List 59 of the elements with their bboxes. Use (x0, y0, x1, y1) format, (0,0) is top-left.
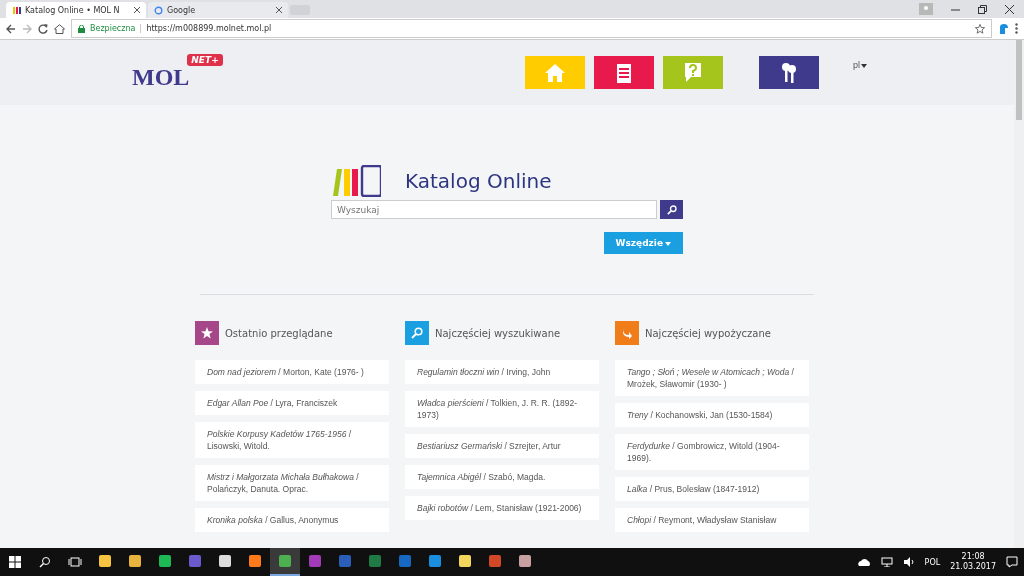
books-icon (12, 5, 21, 15)
clipboard-icon (616, 61, 632, 84)
scrollbar[interactable] (1014, 40, 1024, 548)
search-button[interactable] (660, 200, 683, 219)
close-tab-icon[interactable] (276, 7, 282, 13)
url-text: https://m008899.molnet.mol.pl (140, 24, 272, 33)
speaker-icon[interactable] (902, 557, 915, 567)
network-icon[interactable] (880, 557, 893, 567)
book-link[interactable]: Kronika polska / Gallus, Anonymus (195, 508, 389, 532)
back-icon[interactable] (6, 23, 16, 34)
cloud-icon[interactable] (856, 558, 871, 566)
caret-icon (861, 63, 867, 68)
reload-icon[interactable] (38, 23, 48, 34)
close-tab-icon[interactable] (134, 7, 140, 13)
close-icon[interactable] (1005, 4, 1014, 14)
logo-text[interactable]: MOL (132, 64, 190, 91)
section-title: Ostatnio przeglądane (225, 327, 333, 339)
nav-button[interactable] (759, 56, 819, 89)
browser-tab[interactable]: Katalog Online • MOL N (6, 2, 146, 18)
book-link[interactable]: Treny / Kochanowski, Jan (1530-1584) (615, 403, 809, 427)
search-icon (666, 204, 677, 215)
book-link[interactable]: Chłopi / Reymont, Władysław Stanisław (615, 508, 809, 532)
caret-icon (665, 241, 671, 246)
clock[interactable]: 21:08 21.03.2017 (950, 552, 996, 572)
catalog-title: Katalog Online (405, 169, 552, 193)
book-link[interactable]: Mistrz i Małgorzata Michała Bułhakowa / Polańczyk, Danuta. Oprac. (195, 465, 389, 501)
language-dropdown[interactable]: pl (853, 60, 867, 70)
help-icon (683, 61, 703, 84)
security-label: Bezpieczna (90, 24, 136, 33)
books-tablet-icon (331, 165, 381, 197)
section-title: Najczęściej wypożyczane (645, 327, 771, 339)
book-link[interactable]: Polskie Korpusy Kadetów 1765-1956 / Lisowski, Witold. (195, 422, 389, 458)
home-icon[interactable] (54, 23, 65, 34)
book-link[interactable]: Lalka / Prus, Bolesław (1847-1912) (615, 477, 809, 501)
book-link[interactable]: Ferdydurke / Gombrowicz, Witold (1904-1969). (615, 434, 809, 470)
address-bar[interactable]: Bezpieczna https://m008899.molnet.mol.pl (71, 19, 992, 38)
book-link[interactable]: Dom nad jeziorem / Morton, Kate (1976- ) (195, 360, 389, 384)
logo-badge: NET+ (187, 54, 223, 66)
search-icon (411, 327, 423, 339)
nav-button[interactable] (594, 56, 654, 89)
section-title: Najczęściej wyszukiwane (435, 327, 561, 339)
browser-tab[interactable]: Google (148, 2, 288, 18)
star-icon[interactable] (975, 23, 985, 34)
book-link[interactable]: Tajemnica Abigél / Szabó, Magda. (405, 465, 599, 489)
book-link[interactable]: Bestiariusz Germański / Szrejter, Artur (405, 434, 599, 458)
book-link[interactable]: Edgar Allan Poe / Lyra, Franciszek (195, 391, 389, 415)
book-link[interactable]: Bajki robotów / Lem, Stanisław (1921-2006) (405, 496, 599, 520)
restore-icon[interactable] (978, 4, 987, 14)
book-link[interactable]: Władca pierścieni / Tolkien, J. R. R. (1892-1973) (405, 391, 599, 427)
home-icon (544, 62, 566, 83)
input-language[interactable]: POL (924, 557, 941, 567)
notifications-icon[interactable] (1006, 556, 1018, 568)
menu-icon[interactable] (1015, 23, 1018, 34)
search-field[interactable]: Wyszukaj (331, 200, 657, 219)
book-link[interactable]: Regulamin tłoczni win / Irving, John (405, 360, 599, 384)
star-icon (201, 327, 213, 339)
book-link[interactable]: Tango ; Słoń ; Wesele w Atomicach ; Woda / Mrożek, Sławomir (1930- ) (615, 360, 809, 396)
keys-icon (780, 61, 798, 84)
lock-icon (78, 24, 85, 33)
